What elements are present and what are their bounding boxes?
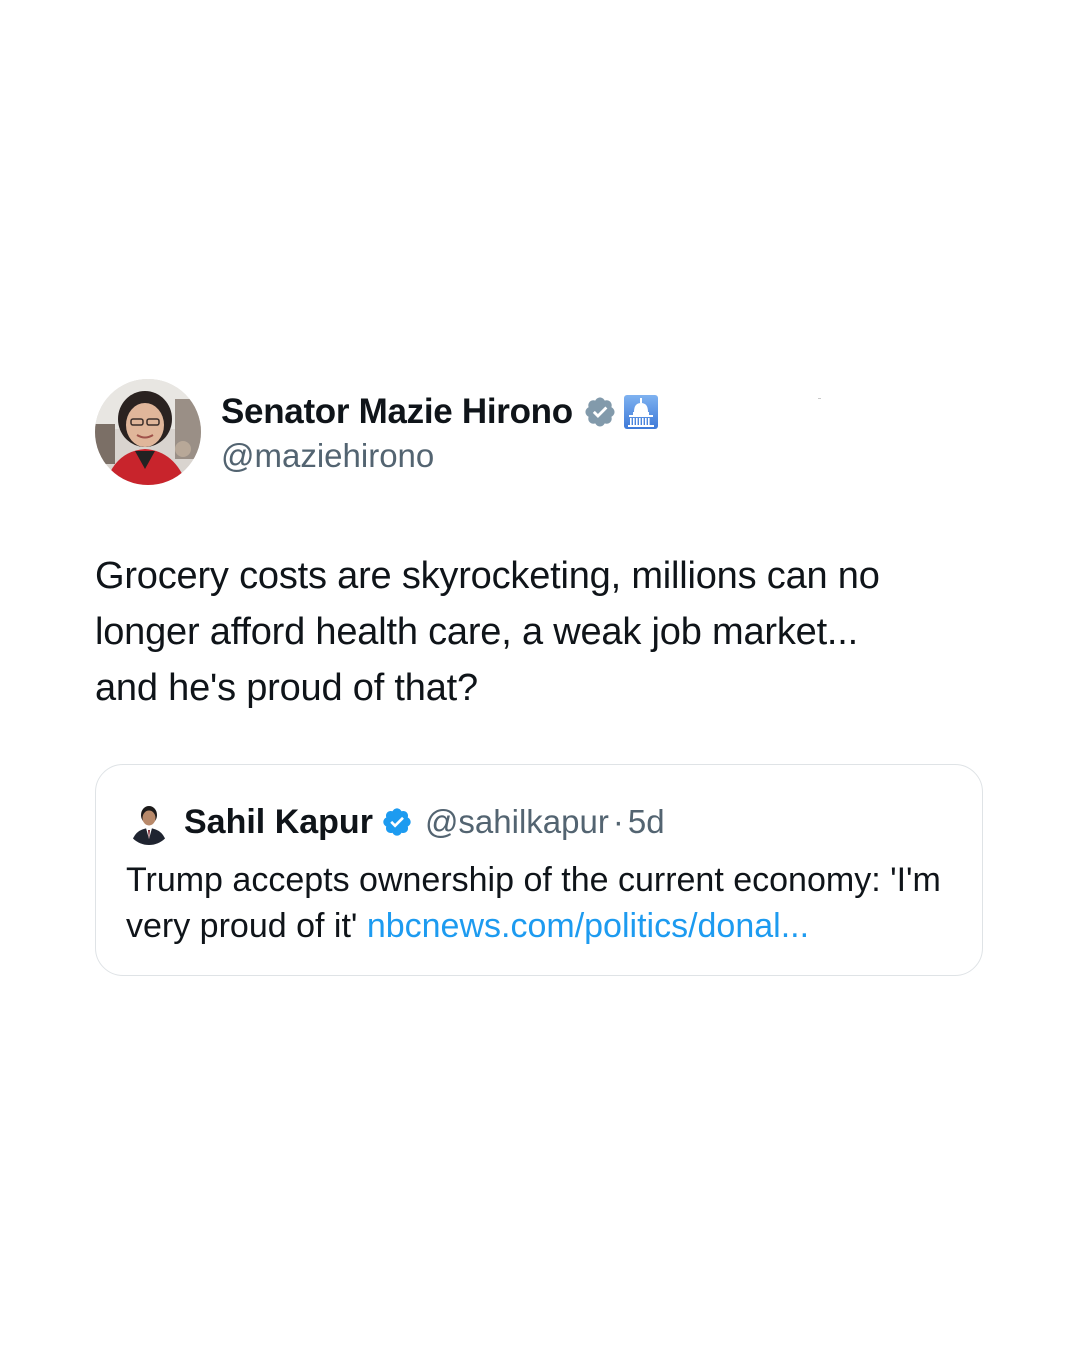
artifact-dot — [818, 398, 821, 399]
quoted-handle[interactable]: @sahilkapur — [425, 803, 609, 841]
quoted-avatar-photo — [126, 799, 172, 845]
display-name[interactable]: Senator Mazie Hirono — [221, 392, 573, 432]
avatar-photo — [95, 379, 201, 485]
capitol-icon — [623, 394, 659, 430]
author-handle[interactable]: @maziehirono — [221, 437, 659, 475]
author-names: Senator Mazie Hirono @maziehirono — [221, 389, 659, 475]
quoted-tweet-card[interactable]: Sahil Kapur @sahilkapur · 5d Trump accep… — [95, 764, 983, 976]
avatar[interactable] — [95, 379, 201, 485]
quoted-avatar[interactable] — [126, 799, 172, 845]
quoted-tweet-text: Trump accepts ownership of the current e… — [126, 857, 956, 949]
quoted-tweet-header: Sahil Kapur @sahilkapur · 5d — [126, 797, 665, 847]
quoted-timestamp[interactable]: 5d — [628, 803, 665, 841]
name-row: Senator Mazie Hirono — [221, 389, 659, 435]
verified-gray-icon — [583, 395, 617, 429]
tweet-text: Grocery costs are skyrocketing, millions… — [95, 555, 880, 709]
main-tweet: Senator Mazie Hirono @maziehirono Grocer… — [95, 378, 985, 716]
verified-blue-icon — [381, 806, 413, 838]
quoted-link[interactable]: nbcnews.com/politics/donal... — [367, 907, 809, 945]
quoted-display-name[interactable]: Sahil Kapur — [184, 803, 373, 842]
tweet-header: Senator Mazie Hirono @maziehirono — [95, 378, 985, 486]
separator-dot: · — [612, 803, 624, 840]
